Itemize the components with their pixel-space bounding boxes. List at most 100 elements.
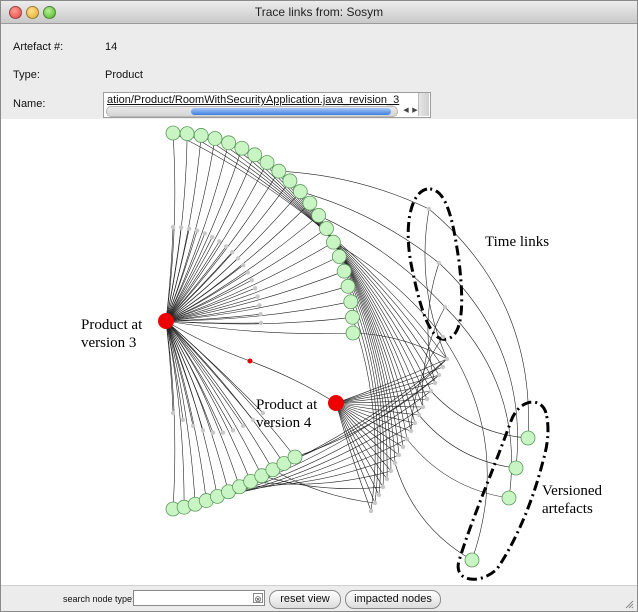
versioned-artefact-node [520, 430, 536, 446]
artefact-node [234, 140, 250, 156]
artefact-node [343, 294, 359, 310]
scroll-thumb[interactable] [191, 108, 391, 115]
artefact-node [165, 125, 181, 141]
intermediate-node [210, 234, 215, 240]
reset-view-button[interactable]: reset view [269, 590, 341, 609]
intermediate-node [428, 388, 434, 394]
edge [326, 228, 396, 464]
product-v3-label-line2: version 3 [81, 335, 136, 351]
product-v4-node [328, 395, 344, 411]
time-links-label: Time links [485, 234, 549, 250]
time-link-node [426, 206, 432, 212]
artefact-node [271, 163, 287, 179]
edge [406, 438, 510, 499]
edge [165, 320, 264, 414]
intermediate-node [436, 372, 442, 378]
name-label: Name: [13, 98, 46, 110]
artefact-node [345, 309, 360, 325]
intermediate-node [210, 430, 216, 435]
intermediate-node [252, 286, 258, 291]
window-title: Trace links from: Sosym [254, 5, 384, 19]
intermediate-node [249, 278, 254, 283]
name-value: ation/Product/RoomWithSecurityApplicatio… [107, 94, 400, 106]
edge [444, 306, 512, 499]
intermediate-node [178, 225, 184, 230]
intermediate-node [416, 412, 422, 418]
intermediate-node [217, 239, 222, 244]
intermediate-node [230, 428, 236, 433]
intermediate-node [250, 417, 256, 423]
intermediate-node [380, 484, 386, 490]
edge [165, 320, 240, 487]
title-bar: Trace links from: Sosym [1, 1, 637, 24]
resize-grip-icon[interactable] [624, 599, 634, 609]
app-window: Trace links from: Sosym Artefact #: 14 T… [0, 0, 638, 612]
intermediate-node [404, 436, 410, 442]
versioned-artefact-node [501, 490, 517, 506]
product-v4-label-line2: version 4 [256, 415, 312, 431]
intermediate-node [190, 423, 196, 429]
edge [272, 469, 376, 504]
edge [442, 336, 488, 561]
name-field[interactable]: ation/Product/RoomWithSecurityApplicatio… [103, 92, 431, 118]
trace-graph-canvas[interactable]: Product at version 3 Product at version … [1, 119, 637, 585]
edge [335, 358, 448, 404]
artefact-node [292, 184, 308, 199]
intermediate-node [368, 508, 374, 514]
intermediate-node [424, 396, 430, 402]
edge [394, 462, 473, 561]
edge [309, 202, 404, 448]
artefact-node [311, 208, 327, 223]
intermediate-node [255, 294, 260, 299]
intermediate-node [388, 468, 394, 474]
intermediate-node [258, 320, 264, 326]
artefact-node [336, 263, 352, 279]
artefact-value: 14 [105, 41, 118, 53]
versioned-artefact-node [508, 460, 524, 476]
edge [165, 320, 196, 505]
intermediate-node [241, 262, 246, 268]
product-v3-label-line1: Product at [81, 317, 143, 333]
clear-search-icon[interactable]: ⊗ [253, 593, 263, 604]
edge [418, 414, 517, 469]
artefact-node [282, 173, 298, 189]
intermediate-node [440, 364, 446, 370]
time-link-node [440, 334, 446, 340]
edge [165, 320, 224, 433]
artefact-node [325, 234, 341, 250]
intermediate-node [396, 452, 402, 458]
product-v4-label-line1: Product at [256, 397, 318, 413]
artefact-node [340, 278, 356, 294]
intermediate-node [412, 420, 418, 426]
intermediate-node [420, 404, 426, 410]
impacted-nodes-button[interactable]: impacted nodes [345, 590, 441, 609]
time-link-node [442, 304, 448, 310]
artefact-node [259, 155, 275, 170]
intermediate-node [384, 476, 390, 482]
bottom-toolbar: search node type: ⊗ reset view impacted … [1, 585, 637, 611]
intermediate-node [376, 492, 382, 498]
artefact-label: Artefact #: [13, 41, 64, 53]
edge [261, 475, 384, 490]
artefact-node [302, 195, 318, 211]
intermediate-node [170, 224, 176, 230]
edge [335, 374, 440, 404]
name-vertical-scrollbar[interactable] [418, 93, 429, 116]
time-links-ellipse [406, 187, 464, 341]
trace-graph[interactable]: Product at version 3 Product at version … [1, 119, 637, 585]
artefact-node [221, 135, 237, 151]
intermediate-node [372, 500, 378, 506]
intermediate-node [245, 270, 251, 275]
intermediate-node [408, 428, 414, 434]
type-label: Type: [13, 69, 40, 81]
artefact-node [319, 221, 334, 236]
intermediate-node [240, 423, 246, 429]
intermediate-node [194, 228, 200, 233]
product-v3-node [158, 313, 174, 329]
intermediate-node [220, 430, 226, 435]
artefact-node [287, 449, 303, 465]
search-node-type-input[interactable] [133, 590, 265, 606]
versioned-artefacts-label-line1: Versioned [542, 483, 602, 499]
versioned-artefact-node [464, 552, 480, 568]
name-horizontal-scrollbar[interactable] [106, 106, 398, 117]
